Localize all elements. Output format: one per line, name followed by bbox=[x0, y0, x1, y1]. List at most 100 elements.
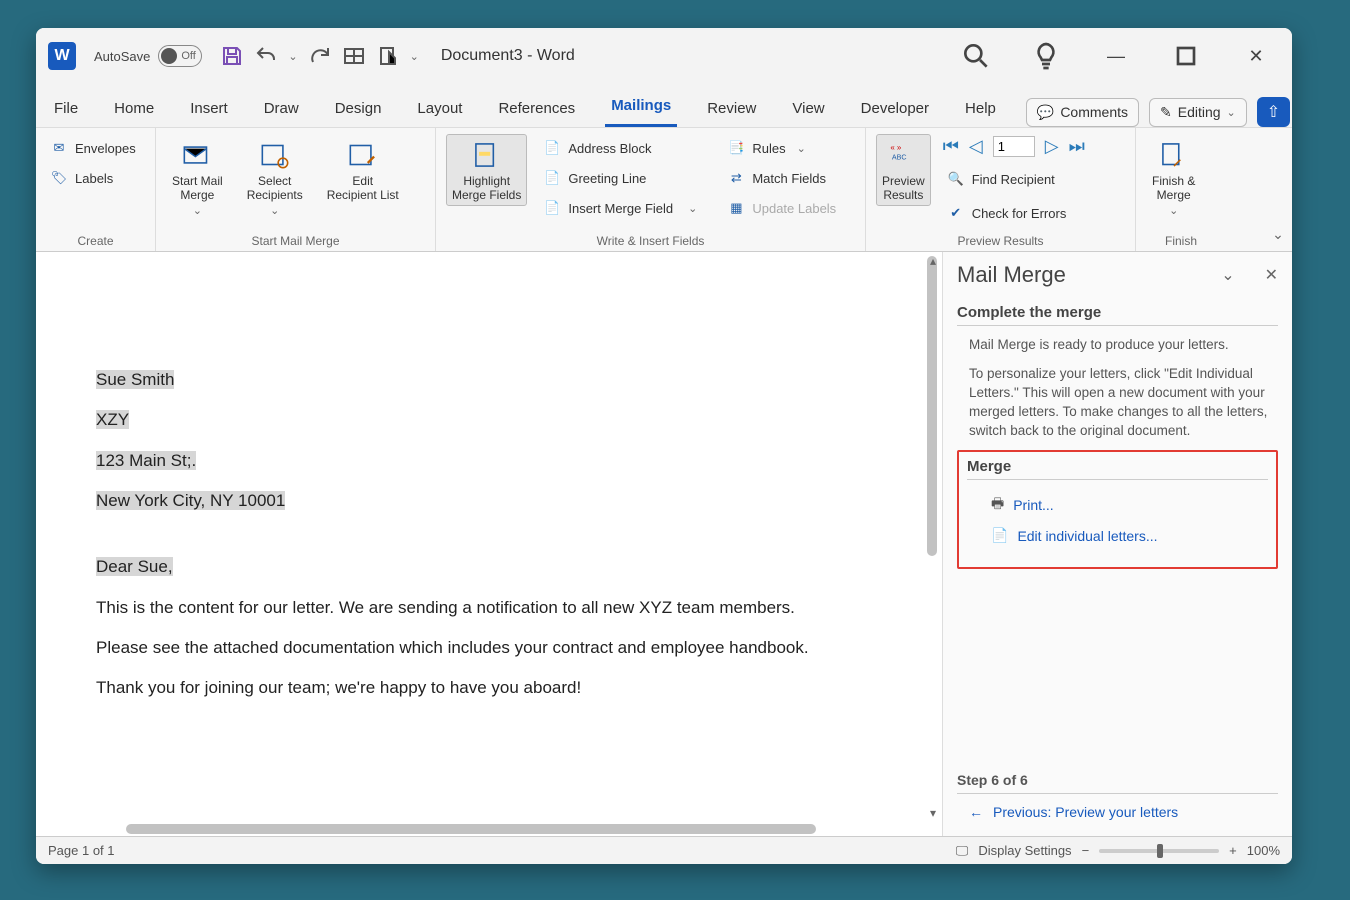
rules-button[interactable]: 📑Rules⌄ bbox=[723, 136, 840, 160]
minimize-button[interactable]: — bbox=[1100, 40, 1132, 72]
highlight-icon bbox=[468, 138, 506, 172]
check-errors-button[interactable]: ✔Check for Errors bbox=[943, 201, 1085, 225]
workspace: Sue Smith XZY 123 Main St;. New York Cit… bbox=[36, 252, 1292, 836]
address-block-icon: 📄 bbox=[543, 139, 561, 157]
display-settings-icon[interactable]: 🖵 bbox=[956, 843, 969, 859]
help-bulb-icon[interactable] bbox=[1030, 40, 1062, 72]
display-settings-label[interactable]: Display Settings bbox=[978, 843, 1071, 858]
record-navigation: ⏮ ◁ ▷ ⏭ bbox=[943, 136, 1085, 157]
edit-list-icon bbox=[344, 138, 382, 172]
preview-icon: « » ABC bbox=[884, 138, 922, 172]
comments-button[interactable]: 💬Comments bbox=[1026, 98, 1139, 127]
merge-field-name: Sue Smith bbox=[96, 370, 174, 389]
step-label: Step 6 of 6 bbox=[957, 772, 1278, 794]
insert-merge-field-button[interactable]: 📄Insert Merge Field ⌄ bbox=[539, 196, 701, 220]
record-number-input[interactable] bbox=[993, 136, 1035, 157]
horizontal-scrollbar[interactable] bbox=[36, 822, 922, 836]
document-area[interactable]: Sue Smith XZY 123 Main St;. New York Cit… bbox=[36, 252, 942, 836]
find-recipient-button[interactable]: 🔍Find Recipient bbox=[943, 167, 1085, 191]
edit-letters-link[interactable]: 📄Edit individual letters... bbox=[967, 522, 1268, 549]
paste-icon[interactable] bbox=[376, 44, 400, 68]
editing-mode-button[interactable]: ✎Editing⌄ bbox=[1149, 98, 1247, 127]
tab-layout[interactable]: Layout bbox=[411, 90, 468, 127]
merge-heading: Merge bbox=[967, 458, 1268, 480]
search-icon[interactable] bbox=[960, 40, 992, 72]
maximize-button[interactable] bbox=[1170, 40, 1202, 72]
recipients-icon bbox=[256, 138, 294, 172]
rules-icon: 📑 bbox=[727, 139, 745, 157]
quick-access-toolbar: ⌄ ⌄ bbox=[220, 44, 418, 68]
tab-insert[interactable]: Insert bbox=[184, 90, 234, 127]
edit-recipient-list-button[interactable]: EditRecipient List bbox=[321, 134, 405, 206]
start-mail-merge-button[interactable]: Start MailMerge⌄ bbox=[166, 134, 229, 221]
tab-review[interactable]: Review bbox=[701, 90, 762, 127]
qat-customize-icon[interactable]: ⌄ bbox=[410, 50, 419, 63]
autosave-toggle[interactable]: Off bbox=[158, 45, 202, 67]
svg-text:« »: « » bbox=[891, 143, 903, 152]
mail-merge-panel: Mail Merge ⌄ ✕ Complete the merge Mail M… bbox=[942, 252, 1292, 836]
tab-design[interactable]: Design bbox=[329, 90, 388, 127]
zoom-level[interactable]: 100% bbox=[1247, 843, 1280, 858]
edit-docs-icon: 📄 bbox=[991, 527, 1008, 544]
first-record-icon[interactable]: ⏮ bbox=[943, 136, 959, 157]
update-labels-icon: ▦ bbox=[727, 199, 745, 217]
table-icon[interactable] bbox=[342, 44, 366, 68]
tab-help[interactable]: Help bbox=[959, 90, 1002, 127]
greeting-line-button[interactable]: 📄Greeting Line bbox=[539, 166, 701, 190]
arrow-left-icon: ← bbox=[969, 804, 983, 820]
save-icon[interactable] bbox=[220, 44, 244, 68]
word-app-icon: W bbox=[48, 42, 76, 70]
undo-dropdown-icon[interactable]: ⌄ bbox=[288, 50, 297, 63]
finish-merge-button[interactable]: Finish &Merge⌄ bbox=[1146, 134, 1201, 221]
merge-field-addr2: New York City, NY 10001 bbox=[96, 491, 285, 510]
document-title: Document3 - Word bbox=[441, 47, 575, 65]
select-recipients-button[interactable]: SelectRecipients⌄ bbox=[241, 134, 309, 221]
prev-record-icon[interactable]: ◁ bbox=[969, 136, 983, 157]
paragraph-2: Please see the attached documentation wh… bbox=[96, 635, 902, 661]
tab-draw[interactable]: Draw bbox=[258, 90, 305, 127]
highlight-merge-fields-button[interactable]: HighlightMerge Fields bbox=[446, 134, 527, 206]
undo-icon[interactable] bbox=[254, 44, 278, 68]
tab-mailings[interactable]: Mailings bbox=[605, 87, 677, 127]
envelopes-button[interactable]: ✉Envelopes bbox=[46, 136, 140, 160]
group-preview-label: Preview Results bbox=[876, 231, 1125, 248]
match-icon: ⇄ bbox=[727, 169, 745, 187]
greeting-icon: 📄 bbox=[543, 169, 561, 187]
page-indicator[interactable]: Page 1 of 1 bbox=[48, 843, 115, 858]
share-icon: ⇧ bbox=[1267, 102, 1280, 122]
labels-button[interactable]: 🏷Labels bbox=[46, 166, 140, 190]
tab-view[interactable]: View bbox=[786, 90, 830, 127]
svg-text:ABC: ABC bbox=[892, 154, 907, 162]
panel-text-1: Mail Merge is ready to produce your lett… bbox=[957, 336, 1278, 355]
vertical-scrollbar[interactable] bbox=[924, 252, 940, 836]
tab-file[interactable]: File bbox=[48, 90, 84, 127]
zoom-in-icon[interactable]: + bbox=[1229, 843, 1237, 858]
previous-step-link[interactable]: ←Previous: Preview your letters bbox=[957, 794, 1278, 826]
match-fields-button[interactable]: ⇄Match Fields bbox=[723, 166, 840, 190]
print-merge-link[interactable]: 🖶Print... bbox=[967, 488, 1268, 522]
toggle-knob bbox=[161, 48, 177, 64]
group-write-label: Write & Insert Fields bbox=[446, 231, 855, 248]
last-record-icon[interactable]: ⏭ bbox=[1069, 136, 1085, 157]
tab-references[interactable]: References bbox=[492, 90, 581, 127]
tab-home[interactable]: Home bbox=[108, 90, 160, 127]
paragraph-1: This is the content for our letter. We a… bbox=[96, 595, 902, 621]
autosave-control[interactable]: AutoSave Off bbox=[94, 45, 202, 67]
panel-close-icon[interactable]: ✕ bbox=[1265, 265, 1278, 285]
paragraph-3: Thank you for joining our team; we're ha… bbox=[96, 675, 902, 701]
tab-developer[interactable]: Developer bbox=[855, 90, 935, 127]
scroll-down-icon[interactable]: ▾ bbox=[927, 806, 939, 818]
close-button[interactable]: ✕ bbox=[1240, 40, 1272, 72]
document-content[interactable]: Sue Smith XZY 123 Main St;. New York Cit… bbox=[96, 367, 902, 716]
address-block-button[interactable]: 📄Address Block bbox=[539, 136, 701, 160]
zoom-out-icon[interactable]: − bbox=[1082, 843, 1090, 858]
zoom-slider[interactable] bbox=[1099, 849, 1219, 853]
preview-results-button[interactable]: « »ABCPreviewResults bbox=[876, 134, 931, 206]
share-button[interactable]: ⇧ bbox=[1257, 97, 1290, 127]
scroll-up-icon[interactable]: ▴ bbox=[927, 254, 939, 266]
autosave-label: AutoSave bbox=[94, 49, 150, 64]
next-record-icon[interactable]: ▷ bbox=[1045, 136, 1059, 157]
ribbon-collapse-icon[interactable]: ⌄ bbox=[1264, 128, 1292, 251]
redo-icon[interactable] bbox=[308, 44, 332, 68]
panel-collapse-icon[interactable]: ⌄ bbox=[1221, 265, 1234, 285]
